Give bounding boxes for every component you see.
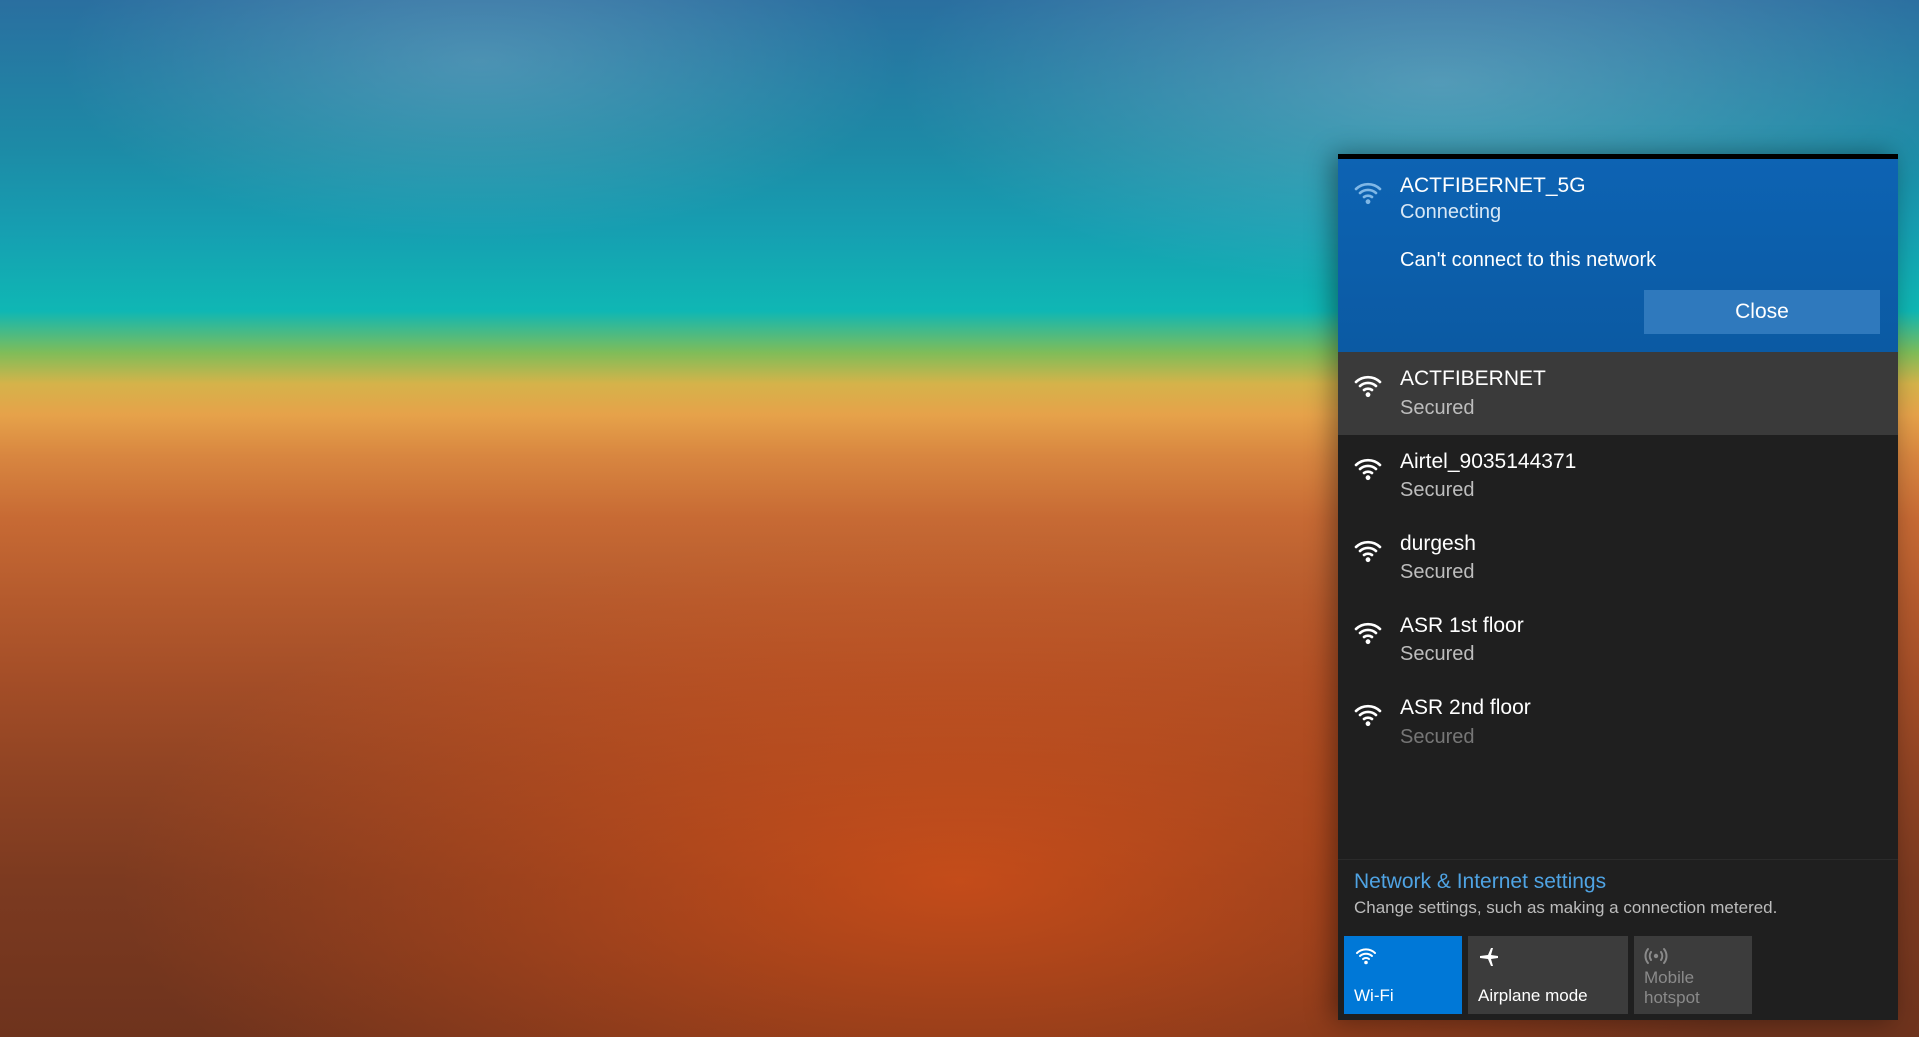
tile-label: Airplane mode: [1478, 986, 1618, 1006]
airplane-icon: [1478, 944, 1618, 968]
network-status: Connecting: [1400, 199, 1586, 225]
network-item[interactable]: Airtel_9035144371 Secured: [1338, 435, 1898, 517]
wifi-icon: [1352, 617, 1384, 649]
wifi-icon: [1354, 944, 1452, 968]
settings-description: Change settings, such as making a connec…: [1354, 898, 1882, 918]
network-name: Airtel_9035144371: [1400, 449, 1576, 475]
network-flyout: ACTFIBERNET_5G Connecting Can't connect …: [1338, 154, 1898, 1020]
network-name: ACTFIBERNET_5G: [1400, 173, 1586, 199]
wifi-icon: [1352, 453, 1384, 485]
network-settings-link[interactable]: Network & Internet settings Change setti…: [1338, 859, 1898, 930]
tile-label-line1: Mobile: [1644, 968, 1694, 987]
wifi-icon: [1352, 535, 1384, 567]
close-button[interactable]: Close: [1644, 290, 1880, 334]
tile-label-line2: hotspot: [1644, 988, 1700, 1007]
network-security: Secured: [1400, 724, 1531, 750]
tile-mobile-hotspot[interactable]: Mobile hotspot: [1634, 936, 1752, 1014]
network-list: ACTFIBERNET_5G Connecting Can't connect …: [1338, 159, 1898, 859]
network-item-active[interactable]: ACTFIBERNET_5G Connecting Can't connect …: [1338, 159, 1898, 352]
network-security: Secured: [1400, 559, 1476, 585]
network-name: ACTFIBERNET: [1400, 366, 1546, 392]
hotspot-icon: [1644, 944, 1742, 968]
network-name: ASR 2nd floor: [1400, 695, 1531, 721]
tile-label: Mobile hotspot: [1644, 968, 1742, 1008]
network-security: Secured: [1400, 641, 1524, 667]
wifi-icon: [1352, 370, 1384, 402]
quick-action-tiles: Wi-Fi Airplane mode Mobile hotspot: [1338, 930, 1898, 1020]
tile-wifi[interactable]: Wi-Fi: [1344, 936, 1462, 1014]
network-name: ASR 1st floor: [1400, 613, 1524, 639]
wifi-icon: [1352, 699, 1384, 731]
network-security: Secured: [1400, 395, 1546, 421]
network-item[interactable]: ASR 1st floor Secured: [1338, 599, 1898, 681]
tile-label: Wi-Fi: [1354, 986, 1452, 1006]
network-name: durgesh: [1400, 531, 1476, 557]
settings-title: Network & Internet settings: [1354, 870, 1882, 894]
network-error-message: Can't connect to this network: [1400, 249, 1880, 272]
tile-airplane-mode[interactable]: Airplane mode: [1468, 936, 1628, 1014]
network-item[interactable]: durgesh Secured: [1338, 517, 1898, 599]
network-item[interactable]: ASR 2nd floor Secured: [1338, 681, 1898, 749]
wifi-icon: [1352, 177, 1384, 209]
network-security: Secured: [1400, 477, 1576, 503]
network-item[interactable]: ACTFIBERNET Secured: [1338, 352, 1898, 434]
